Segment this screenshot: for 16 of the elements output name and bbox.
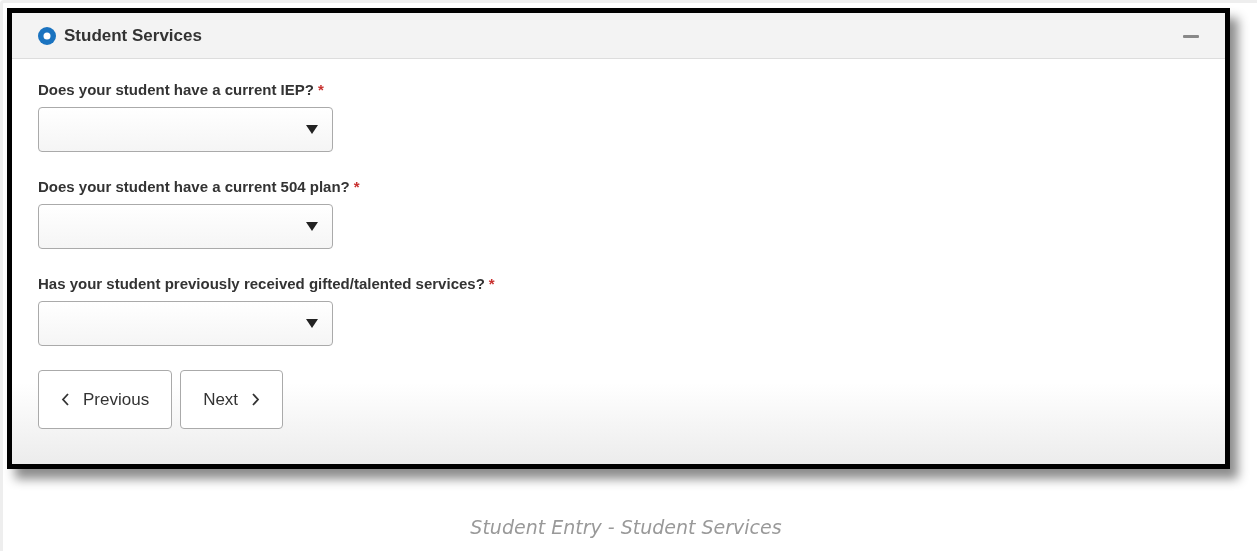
previous-button[interactable]: Previous [38,370,173,429]
dropdown-arrow-icon [306,125,318,134]
radio-icon [38,26,56,45]
chevron-right-icon [252,393,261,406]
next-button[interactable]: Next [180,370,284,429]
dropdown-field[interactable] [38,204,333,249]
section-title: Student Services [64,25,203,46]
question-label: Has your student previously received gifted/talented services? * [38,275,496,292]
dropdown-arrow-icon [306,222,318,231]
chevron-left-icon [61,393,69,406]
dropdown-arrow-icon [306,319,318,328]
dropdown-field[interactable] [38,301,333,346]
question-label: Does your student have a current 504 plan? * [38,178,361,195]
image-caption: Student Entry - Student Services [469,516,783,538]
dropdown-field[interactable] [38,107,333,152]
question-label: Does your student have a current IEP? * [38,81,325,98]
